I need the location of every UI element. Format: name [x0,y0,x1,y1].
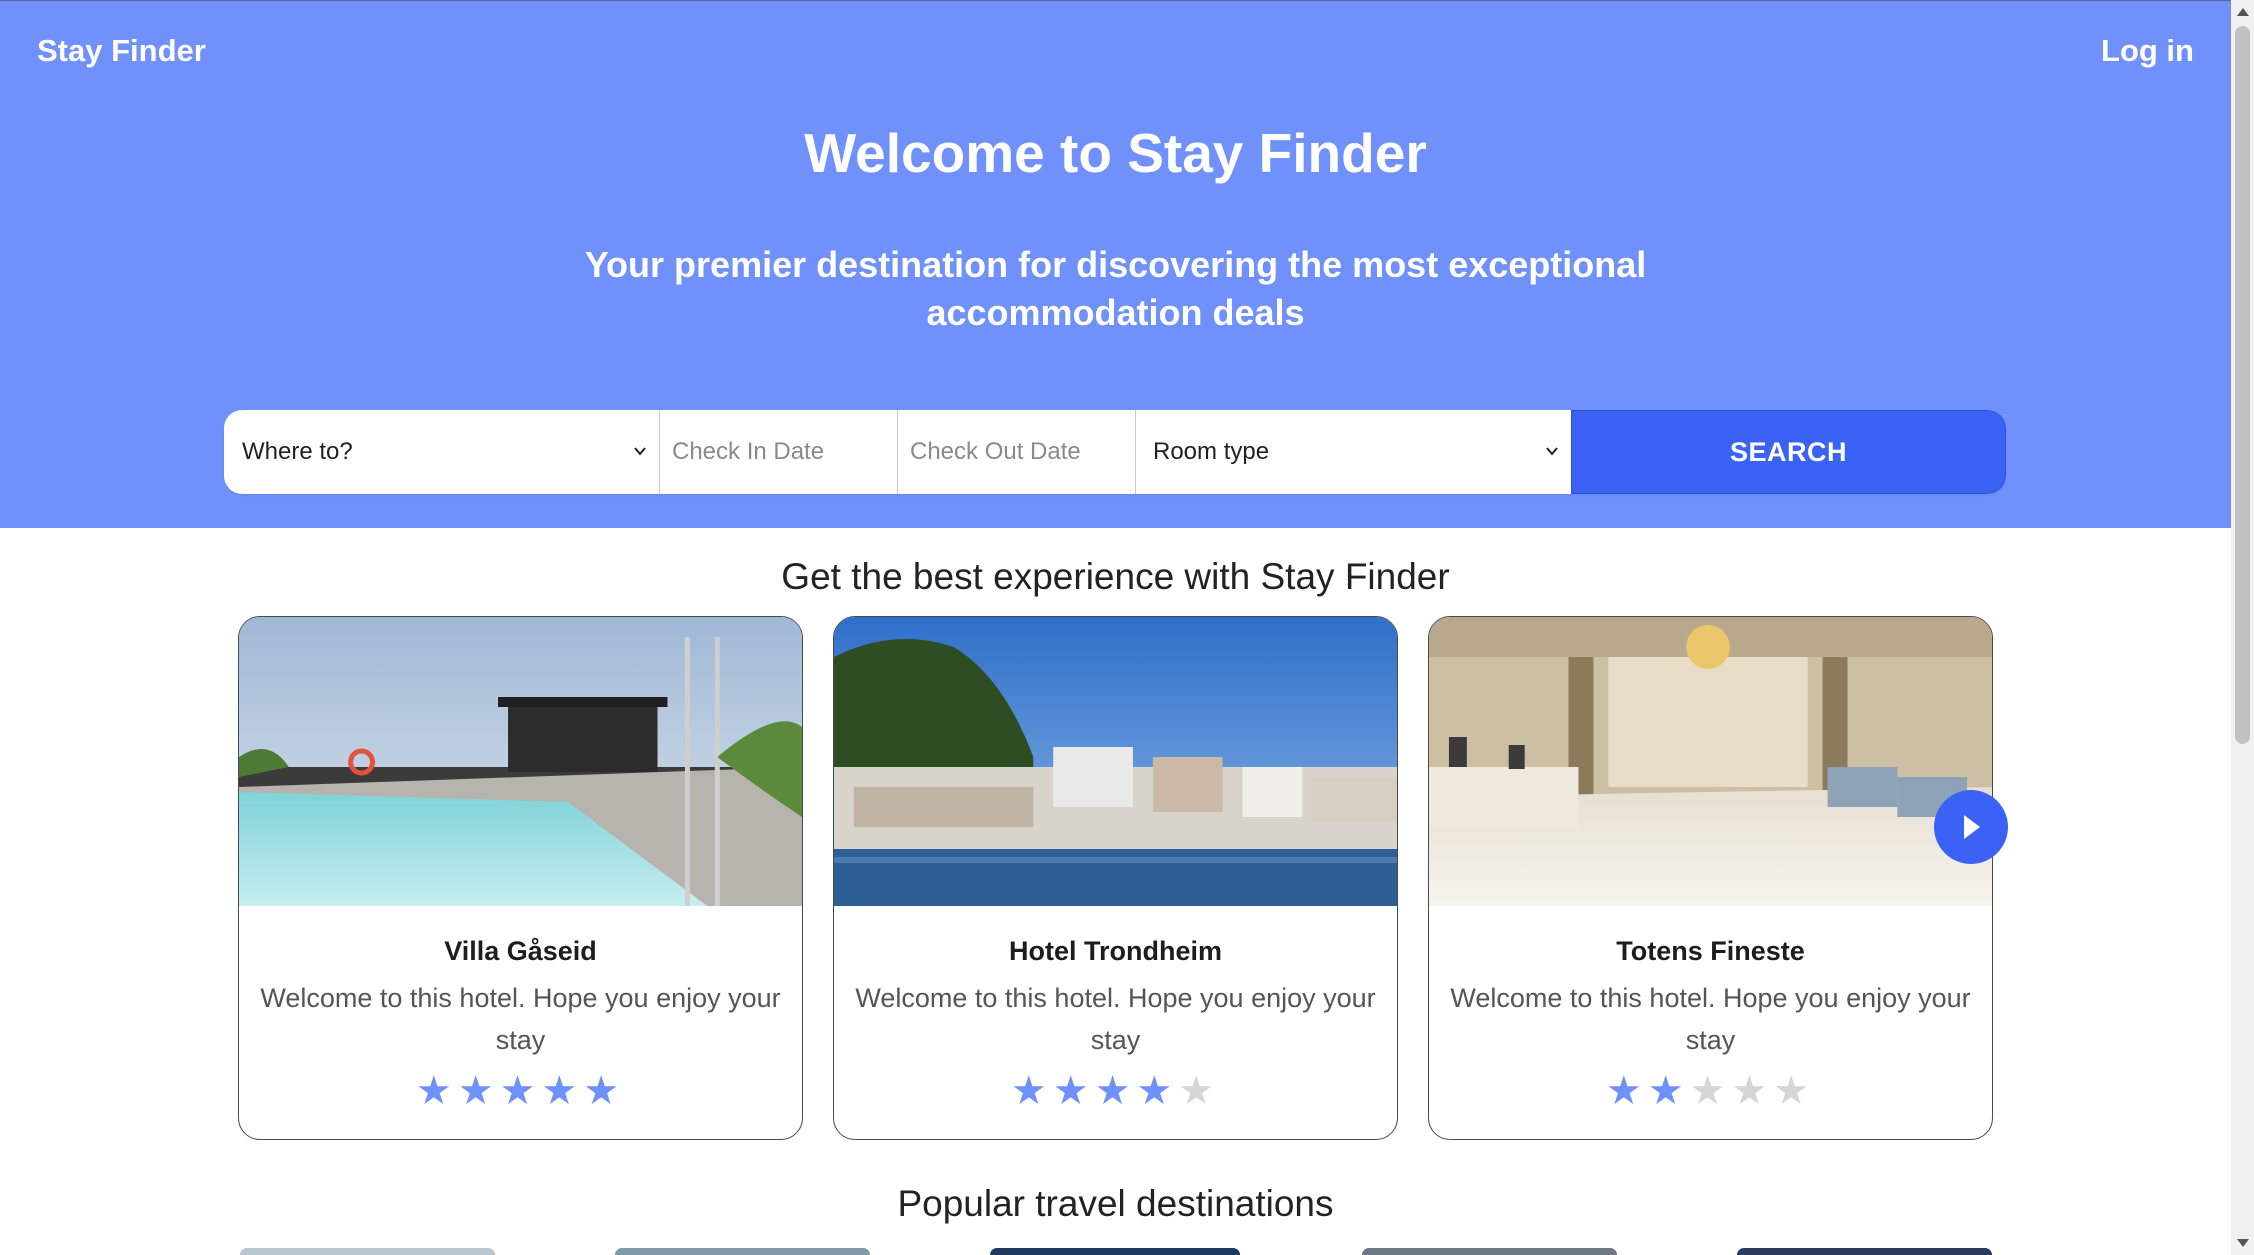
chevron-down-icon [634,447,646,456]
hotel-description: Welcome to this hotel. Hope you enjoy yo… [1450,983,1971,1055]
star-icon: ★ [1689,1069,1732,1113]
hotel-name: Totens Fineste [1616,936,1805,966]
check-out-date-input[interactable]: Check Out Date [898,410,1136,494]
destination-select[interactable]: Where to? [224,410,660,494]
star-icon: ★ [1773,1069,1816,1113]
star-icon: ★ [499,1069,542,1113]
check-out-placeholder: Check Out Date [910,438,1081,465]
carousel-next-button[interactable] [1934,790,2008,864]
check-in-date-input[interactable]: Check In Date [660,410,898,494]
hotel-card[interactable]: Villa Gåseid Welcome to this hotel. Hope… [238,616,803,1140]
hero-subtitle: Your premier destination for discovering… [584,244,1647,333]
destination-card-peek[interactable] [240,1248,495,1255]
star-icon: ★ [541,1069,584,1113]
search-button[interactable]: SEARCH [1571,410,2006,494]
star-icon: ★ [1605,1069,1648,1113]
scrollbar-thumb[interactable] [2235,26,2250,744]
hotel-description: Welcome to this hotel. Hope you enjoy yo… [855,983,1376,1055]
destination-card-peek[interactable] [615,1248,870,1255]
login-link[interactable]: Log in [2101,33,2194,69]
destination-card-peek[interactable] [1737,1248,1992,1255]
hotel-image-lobby [1429,617,1992,906]
page-scrollbar[interactable] [2231,0,2254,1255]
star-icon: ★ [415,1069,458,1113]
play-arrow-icon [1964,815,1980,839]
hotel-image-pool [239,617,802,906]
star-icon: ★ [1731,1069,1774,1113]
star-icon: ★ [1010,1069,1053,1113]
hotel-name: Hotel Trondheim [1008,936,1222,966]
hotel-card[interactable]: Totens Fineste Welcome to this hotel. Ho… [1428,616,1993,1140]
hotel-card[interactable]: Hotel Trondheim Welcome to this hotel. H… [833,616,1398,1140]
star-rating: ★★★★★ [834,1069,1397,1113]
featured-section-title: Get the best experience with Stay Finder [781,556,1450,597]
star-rating: ★★★★★ [239,1069,802,1113]
star-icon: ★ [583,1069,626,1113]
star-icon: ★ [457,1069,500,1113]
hero-title: Welcome to Stay Finder [804,122,1427,184]
destination-select-value: Where to? [242,438,353,465]
room-type-select-value: Room type [1153,438,1270,465]
scroll-up-arrow-icon[interactable] [2237,8,2249,16]
star-icon: ★ [1178,1069,1221,1113]
scroll-down-arrow-icon[interactable] [2237,1239,2249,1247]
star-icon: ★ [1094,1069,1137,1113]
chevron-down-icon [1546,447,1558,456]
hotel-description: Welcome to this hotel. Hope you enjoy yo… [260,983,781,1055]
destinations-section-title: Popular travel destinations [897,1183,1334,1224]
check-in-placeholder: Check In Date [672,438,825,465]
destination-card-peek[interactable] [990,1248,1240,1255]
destination-card-peek[interactable] [1362,1248,1617,1255]
brand-logo[interactable]: Stay Finder [37,33,206,69]
hotel-image-harbor [834,617,1397,906]
hero-banner: Stay Finder Log in Welcome to Stay Finde… [0,0,2231,528]
star-rating: ★★★★★ [1429,1069,1992,1113]
room-type-select[interactable]: Room type [1136,410,1571,494]
star-icon: ★ [1136,1069,1179,1113]
star-icon: ★ [1052,1069,1095,1113]
search-bar: Where to? Check In Date Check Out Date R… [224,410,2006,494]
star-icon: ★ [1647,1069,1690,1113]
hotel-name: Villa Gåseid [444,936,597,966]
